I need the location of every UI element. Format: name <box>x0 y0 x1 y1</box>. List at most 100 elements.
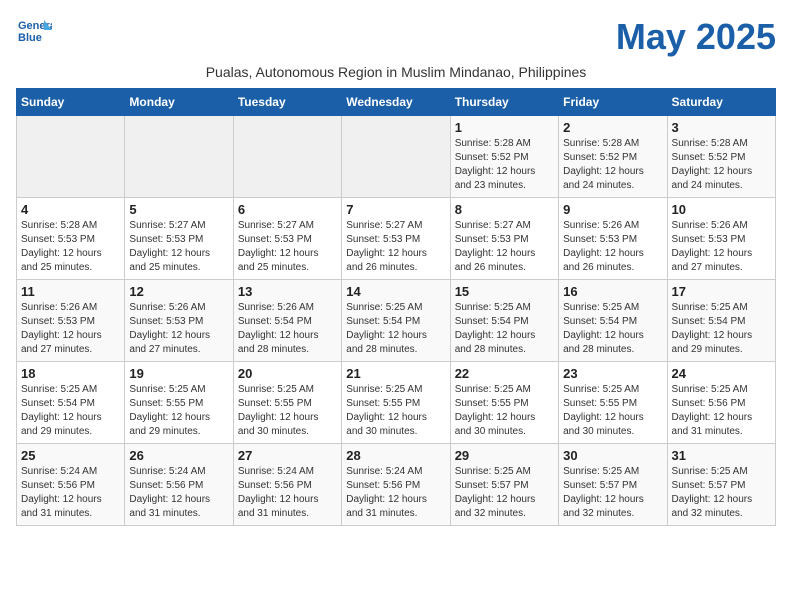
calendar-cell <box>233 116 341 198</box>
calendar-week-row: 1Sunrise: 5:28 AM Sunset: 5:52 PM Daylig… <box>17 116 776 198</box>
day-info: Sunrise: 5:25 AM Sunset: 5:57 PM Dayligh… <box>455 465 554 521</box>
logo: General Blue <box>16 16 52 44</box>
day-info: Sunrise: 5:28 AM Sunset: 5:52 PM Dayligh… <box>672 137 771 193</box>
day-number: 23 <box>563 366 662 381</box>
calendar-cell: 12 Sunrise: 5:26 AM Sunset: 5:53 PM Dayli… <box>125 280 233 362</box>
day-info: Sunrise: 5:27 AM Sunset: 5:53 PM Dayligh… <box>346 219 445 275</box>
day-number: 7 <box>346 202 445 217</box>
day-info: Sunrise: 5:24 AM Sunset: 5:56 PM Dayligh… <box>21 465 120 521</box>
day-number: 11 <box>21 284 120 299</box>
page-header: General Blue May 2025 <box>16 16 776 58</box>
calendar-cell: 16 Sunrise: 5:25 AM Sunset: 5:54 PM Dayli… <box>559 280 667 362</box>
day-info: Sunrise: 5:25 AM Sunset: 5:57 PM Dayligh… <box>563 465 662 521</box>
calendar-cell: 1Sunrise: 5:28 AM Sunset: 5:52 PM Daylig… <box>450 116 558 198</box>
day-info: Sunrise: 5:25 AM Sunset: 5:57 PM Dayligh… <box>672 465 771 521</box>
day-number: 12 <box>129 284 228 299</box>
day-info: Sunrise: 5:26 AM Sunset: 5:53 PM Dayligh… <box>129 301 228 357</box>
weekday-header: Sunday <box>17 89 125 116</box>
calendar-cell: 22Sunrise: 5:25 AM Sunset: 5:55 PM Dayli… <box>450 362 558 444</box>
day-info: Sunrise: 5:28 AM Sunset: 5:53 PM Dayligh… <box>21 219 120 275</box>
day-info: Sunrise: 5:26 AM Sunset: 5:54 PM Dayligh… <box>238 301 337 357</box>
day-number: 2 <box>563 120 662 135</box>
calendar-cell: 20 Sunrise: 5:25 AM Sunset: 5:55 PM Dayli… <box>233 362 341 444</box>
weekday-header: Tuesday <box>233 89 341 116</box>
calendar-header: SundayMondayTuesdayWednesdayThursdayFrid… <box>17 89 776 116</box>
calendar-cell: 23 Sunrise: 5:25 AM Sunset: 5:55 PM Dayli… <box>559 362 667 444</box>
calendar-cell: 11 Sunrise: 5:26 AM Sunset: 5:53 PM Dayli… <box>17 280 125 362</box>
day-number: 16 <box>563 284 662 299</box>
weekday-header: Wednesday <box>342 89 450 116</box>
calendar-cell: 28Sunrise: 5:24 AM Sunset: 5:56 PM Dayli… <box>342 444 450 526</box>
logo-icon: General Blue <box>16 16 52 44</box>
day-info: Sunrise: 5:26 AM Sunset: 5:53 PM Dayligh… <box>21 301 120 357</box>
calendar-cell <box>342 116 450 198</box>
calendar-cell: 27 Sunrise: 5:24 AM Sunset: 5:56 PM Dayli… <box>233 444 341 526</box>
day-number: 10 <box>672 202 771 217</box>
calendar-cell: 14Sunrise: 5:25 AM Sunset: 5:54 PM Dayli… <box>342 280 450 362</box>
day-info: Sunrise: 5:26 AM Sunset: 5:53 PM Dayligh… <box>563 219 662 275</box>
calendar-cell: 17Sunrise: 5:25 AM Sunset: 5:54 PM Dayli… <box>667 280 775 362</box>
calendar-cell: 15 Sunrise: 5:25 AM Sunset: 5:54 PM Dayli… <box>450 280 558 362</box>
calendar-cell: 18 Sunrise: 5:25 AM Sunset: 5:54 PM Dayli… <box>17 362 125 444</box>
day-info: Sunrise: 5:25 AM Sunset: 5:55 PM Dayligh… <box>129 383 228 439</box>
day-number: 28 <box>346 448 445 463</box>
calendar-cell: 25 Sunrise: 5:24 AM Sunset: 5:56 PM Dayli… <box>17 444 125 526</box>
day-info: Sunrise: 5:25 AM Sunset: 5:54 PM Dayligh… <box>21 383 120 439</box>
day-info: Sunrise: 5:25 AM Sunset: 5:55 PM Dayligh… <box>455 383 554 439</box>
day-info: Sunrise: 5:27 AM Sunset: 5:53 PM Dayligh… <box>455 219 554 275</box>
day-number: 29 <box>455 448 554 463</box>
day-info: Sunrise: 5:27 AM Sunset: 5:53 PM Dayligh… <box>238 219 337 275</box>
calendar-cell: 30 Sunrise: 5:25 AM Sunset: 5:57 PM Dayli… <box>559 444 667 526</box>
month-title: May 2025 <box>616 16 776 58</box>
day-info: Sunrise: 5:25 AM Sunset: 5:54 PM Dayligh… <box>455 301 554 357</box>
day-number: 15 <box>455 284 554 299</box>
day-number: 5 <box>129 202 228 217</box>
day-number: 6 <box>238 202 337 217</box>
day-info: Sunrise: 5:25 AM Sunset: 5:55 PM Dayligh… <box>238 383 337 439</box>
day-number: 18 <box>21 366 120 381</box>
day-number: 3 <box>672 120 771 135</box>
day-number: 20 <box>238 366 337 381</box>
day-info: Sunrise: 5:27 AM Sunset: 5:53 PM Dayligh… <box>129 219 228 275</box>
calendar-cell: 7 Sunrise: 5:27 AM Sunset: 5:53 PM Daylig… <box>342 198 450 280</box>
calendar-subtitle: Pualas, Autonomous Region in Muslim Mind… <box>16 64 776 80</box>
calendar-cell: 2Sunrise: 5:28 AM Sunset: 5:52 PM Daylig… <box>559 116 667 198</box>
calendar-week-row: 11 Sunrise: 5:26 AM Sunset: 5:53 PM Dayli… <box>17 280 776 362</box>
calendar-cell <box>17 116 125 198</box>
calendar-cell: 10 Sunrise: 5:26 AM Sunset: 5:53 PM Dayli… <box>667 198 775 280</box>
calendar-week-row: 25 Sunrise: 5:24 AM Sunset: 5:56 PM Dayli… <box>17 444 776 526</box>
day-number: 30 <box>563 448 662 463</box>
svg-text:Blue: Blue <box>18 32 42 44</box>
day-number: 13 <box>238 284 337 299</box>
calendar-cell: 24 Sunrise: 5:25 AM Sunset: 5:56 PM Dayli… <box>667 362 775 444</box>
calendar-cell: 26Sunrise: 5:24 AM Sunset: 5:56 PM Dayli… <box>125 444 233 526</box>
weekday-header: Friday <box>559 89 667 116</box>
day-info: Sunrise: 5:24 AM Sunset: 5:56 PM Dayligh… <box>238 465 337 521</box>
day-info: Sunrise: 5:26 AM Sunset: 5:53 PM Dayligh… <box>672 219 771 275</box>
calendar-week-row: 4 Sunrise: 5:28 AM Sunset: 5:53 PM Daylig… <box>17 198 776 280</box>
day-number: 21 <box>346 366 445 381</box>
calendar-cell: 31 Sunrise: 5:25 AM Sunset: 5:57 PM Dayli… <box>667 444 775 526</box>
day-number: 4 <box>21 202 120 217</box>
calendar-table: SundayMondayTuesdayWednesdayThursdayFrid… <box>16 88 776 526</box>
day-info: Sunrise: 5:24 AM Sunset: 5:56 PM Dayligh… <box>129 465 228 521</box>
calendar-cell: 4 Sunrise: 5:28 AM Sunset: 5:53 PM Daylig… <box>17 198 125 280</box>
calendar-cell: 19Sunrise: 5:25 AM Sunset: 5:55 PM Dayli… <box>125 362 233 444</box>
day-info: Sunrise: 5:25 AM Sunset: 5:54 PM Dayligh… <box>346 301 445 357</box>
day-number: 25 <box>21 448 120 463</box>
day-info: Sunrise: 5:25 AM Sunset: 5:54 PM Dayligh… <box>563 301 662 357</box>
calendar-cell <box>125 116 233 198</box>
day-number: 8 <box>455 202 554 217</box>
calendar-cell: 5 Sunrise: 5:27 AM Sunset: 5:53 PM Daylig… <box>125 198 233 280</box>
day-info: Sunrise: 5:25 AM Sunset: 5:55 PM Dayligh… <box>563 383 662 439</box>
calendar-week-row: 18 Sunrise: 5:25 AM Sunset: 5:54 PM Dayli… <box>17 362 776 444</box>
weekday-header: Saturday <box>667 89 775 116</box>
day-number: 31 <box>672 448 771 463</box>
day-info: Sunrise: 5:25 AM Sunset: 5:54 PM Dayligh… <box>672 301 771 357</box>
day-info: Sunrise: 5:25 AM Sunset: 5:56 PM Dayligh… <box>672 383 771 439</box>
day-number: 27 <box>238 448 337 463</box>
weekday-header: Thursday <box>450 89 558 116</box>
calendar-cell: 13 Sunrise: 5:26 AM Sunset: 5:54 PM Dayli… <box>233 280 341 362</box>
calendar-cell: 21Sunrise: 5:25 AM Sunset: 5:55 PM Dayli… <box>342 362 450 444</box>
day-number: 24 <box>672 366 771 381</box>
